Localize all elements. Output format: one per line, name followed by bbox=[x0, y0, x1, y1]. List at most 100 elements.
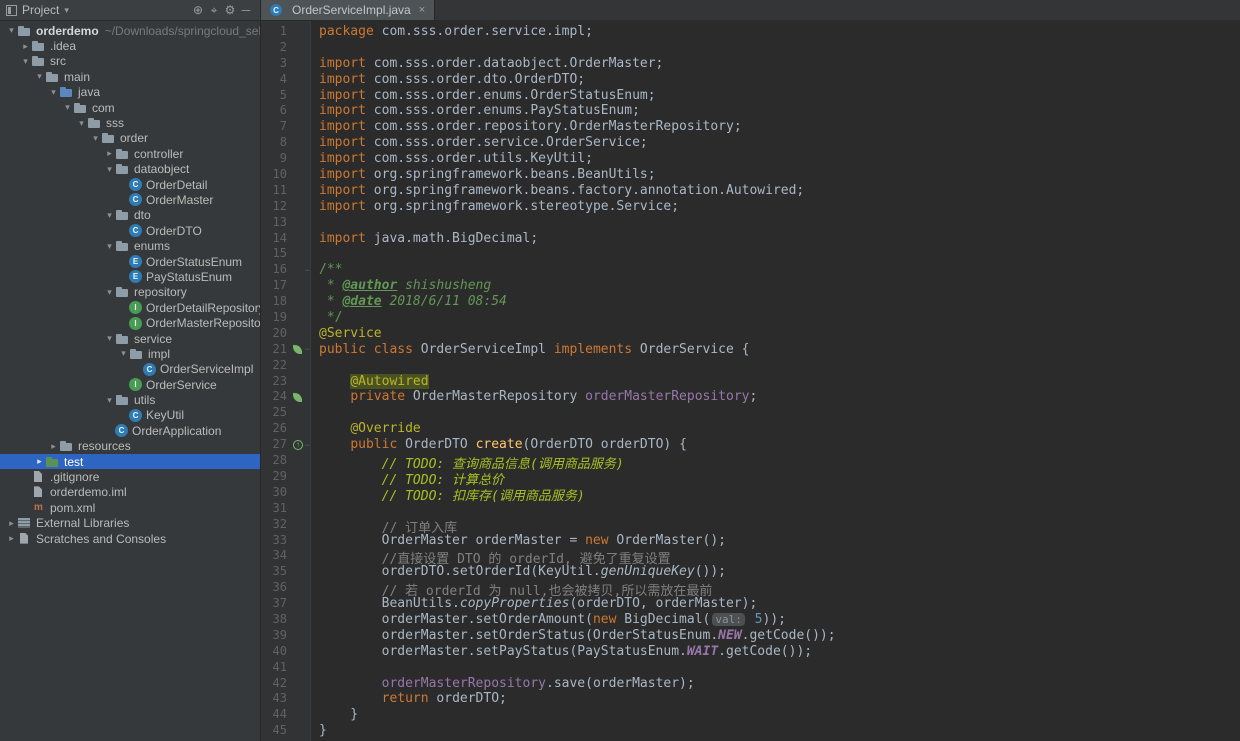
code-line[interactable]: 35 orderDTO.setOrderId(KeyUtil.genUnique… bbox=[261, 564, 1240, 580]
code-line[interactable]: 4 import com.sss.order.dto.OrderDTO; bbox=[261, 72, 1240, 88]
code-line[interactable]: 5 import com.sss.order.enums.OrderStatusE… bbox=[261, 88, 1240, 104]
code-line[interactable]: 10 import org.springframework.beans.BeanU… bbox=[261, 167, 1240, 183]
tree-item-enums[interactable]: ▾ enums bbox=[0, 238, 260, 253]
code-line[interactable]: 2 bbox=[261, 40, 1240, 56]
code-line[interactable]: 22 bbox=[261, 358, 1240, 374]
tree-item-controller[interactable]: ▸ controller bbox=[0, 146, 260, 161]
line-number[interactable]: 15 bbox=[261, 246, 291, 262]
tree-item-ordermasterrepository[interactable]: I OrderMasterRepository bbox=[0, 315, 260, 330]
chevron-closed-icon[interactable]: ▸ bbox=[6, 518, 17, 529]
code-line[interactable]: 42 orderMasterRepository.save(orderMaste… bbox=[261, 676, 1240, 692]
tree-item-external-libraries[interactable]: ▸ External Libraries bbox=[0, 516, 260, 531]
tree-item-orderserviceimpl[interactable]: C OrderServiceImpl bbox=[0, 362, 260, 377]
code-line[interactable]: 3 import com.sss.order.dataobject.OrderMa… bbox=[261, 56, 1240, 72]
chevron-open-icon[interactable]: ▾ bbox=[90, 133, 101, 144]
code-line[interactable]: 30 // TODO: 扣库存(调用商品服务) bbox=[261, 485, 1240, 504]
line-number[interactable]: 4 bbox=[261, 72, 291, 88]
line-number[interactable]: 6 bbox=[261, 103, 291, 119]
tree-item-gitignore[interactable]: .gitignore bbox=[0, 469, 260, 484]
tree-item-sss[interactable]: ▾ sss bbox=[0, 115, 260, 130]
tree-item-orderdetail[interactable]: C OrderDetail bbox=[0, 177, 260, 192]
code-line[interactable]: 38 orderMaster.setOrderAmount(new BigDec… bbox=[261, 612, 1240, 628]
chevron-open-icon[interactable]: ▾ bbox=[104, 164, 115, 175]
line-number[interactable]: 1 bbox=[261, 24, 291, 40]
tree-item-java[interactable]: ▾ java bbox=[0, 85, 260, 100]
line-number[interactable]: 26 bbox=[261, 421, 291, 437]
line-number[interactable]: 32 bbox=[261, 517, 291, 533]
chevron-open-icon[interactable]: ▾ bbox=[104, 395, 115, 406]
tree-item-keyutil[interactable]: C KeyUtil bbox=[0, 408, 260, 423]
tree-item-orderapplication[interactable]: C OrderApplication bbox=[0, 423, 260, 438]
chevron-open-icon[interactable]: ▾ bbox=[104, 333, 115, 344]
line-number[interactable]: 23 bbox=[261, 374, 291, 390]
line-number[interactable]: 36 bbox=[261, 580, 291, 596]
line-number[interactable]: 19 bbox=[261, 310, 291, 326]
settings-icon[interactable]: ⚙ bbox=[222, 3, 238, 18]
code-line[interactable]: 15 bbox=[261, 246, 1240, 262]
chevron-open-icon[interactable]: ▾ bbox=[6, 25, 17, 36]
line-number[interactable]: 35 bbox=[261, 564, 291, 580]
fold-marker-icon[interactable]: − bbox=[305, 265, 311, 275]
code-line[interactable]: 9 import com.sss.order.utils.KeyUtil; bbox=[261, 151, 1240, 167]
code-line[interactable]: 24 private OrderMasterRepository orderMa… bbox=[261, 389, 1240, 405]
project-tool-window-icon[interactable] bbox=[6, 4, 17, 16]
tree-item-test[interactable]: ▸ test bbox=[0, 453, 260, 470]
code-line[interactable]: 16 −/** bbox=[261, 262, 1240, 278]
code-line[interactable]: 32 // 订单入库 bbox=[261, 517, 1240, 536]
code-line[interactable]: 8 import com.sss.order.service.OrderServi… bbox=[261, 135, 1240, 151]
tree-item-repository[interactable]: ▾ repository bbox=[0, 285, 260, 300]
expand-icon[interactable]: ⊕ bbox=[190, 3, 206, 18]
tree-item-dataobject[interactable]: ▾ dataobject bbox=[0, 162, 260, 177]
tree-item-src[interactable]: ▾ src bbox=[0, 54, 260, 69]
chevron-open-icon[interactable]: ▾ bbox=[104, 287, 115, 298]
chevron-open-icon[interactable]: ▾ bbox=[20, 56, 31, 67]
line-number[interactable]: 12 bbox=[261, 199, 291, 215]
tree-item-main[interactable]: ▾ main bbox=[0, 69, 260, 84]
code-line[interactable]: 39 orderMaster.setOrderStatus(OrderStatu… bbox=[261, 628, 1240, 644]
line-number[interactable]: 38 bbox=[261, 612, 291, 628]
editor-tab-orderserviceimpl[interactable]: C OrderServiceImpl.java × bbox=[261, 0, 436, 20]
code-line[interactable]: 37 BeanUtils.copyProperties(orderDTO, or… bbox=[261, 596, 1240, 612]
line-number[interactable]: 39 bbox=[261, 628, 291, 644]
line-number[interactable]: 10 bbox=[261, 167, 291, 183]
code-line[interactable]: 21 − public class OrderServiceImpl impleme… bbox=[261, 342, 1240, 358]
tree-item-utils[interactable]: ▾ utils bbox=[0, 392, 260, 407]
code-line[interactable]: 41 bbox=[261, 660, 1240, 676]
line-number[interactable]: 25 bbox=[261, 405, 291, 421]
spring-bean-icon[interactable] bbox=[293, 345, 302, 355]
code-line[interactable]: 28 // TODO: 查询商品信息(调用商品服务) bbox=[261, 453, 1240, 472]
chevron-open-icon[interactable]: ▾ bbox=[76, 118, 87, 129]
line-number[interactable]: 17 bbox=[261, 278, 291, 294]
line-number[interactable]: 2 bbox=[261, 40, 291, 56]
fold-marker-icon[interactable]: − bbox=[305, 440, 311, 450]
line-number[interactable]: 42 bbox=[261, 676, 291, 692]
chevron-down-icon[interactable]: ▾ bbox=[64, 5, 69, 16]
code-line[interactable]: 11 import org.springframework.beans.facto… bbox=[261, 183, 1240, 199]
line-number[interactable]: 37 bbox=[261, 596, 291, 612]
code-line[interactable]: 14 import java.math.BigDecimal; bbox=[261, 231, 1240, 247]
chevron-closed-icon[interactable]: ▸ bbox=[34, 456, 45, 467]
code-line[interactable]: 27 ↑ − public OrderDTO create(OrderDTO ord… bbox=[261, 437, 1240, 453]
override-icon[interactable]: ↑ bbox=[293, 440, 303, 451]
line-number[interactable]: 5 bbox=[261, 88, 291, 104]
code-line[interactable]: 13 bbox=[261, 215, 1240, 231]
code-line[interactable]: 43 return orderDTO; bbox=[261, 691, 1240, 707]
line-number[interactable]: 16 bbox=[261, 262, 291, 278]
line-number[interactable]: 34 bbox=[261, 548, 291, 564]
tree-item-paystatusenum[interactable]: E PayStatusEnum bbox=[0, 269, 260, 284]
line-number[interactable]: 28 bbox=[261, 453, 291, 469]
code-line[interactable]: 44 } bbox=[261, 707, 1240, 723]
tree-item-orderdetailrepository[interactable]: I OrderDetailRepository bbox=[0, 300, 260, 315]
line-number[interactable]: 27 bbox=[261, 437, 291, 453]
tree-item-ordermaster[interactable]: C OrderMaster bbox=[0, 192, 260, 207]
chevron-open-icon[interactable]: ▾ bbox=[34, 71, 45, 82]
code-line[interactable]: 45} bbox=[261, 723, 1240, 739]
code-line[interactable]: 33 OrderMaster orderMaster = new OrderMa… bbox=[261, 533, 1240, 549]
line-number[interactable]: 44 bbox=[261, 707, 291, 723]
line-number[interactable]: 30 bbox=[261, 485, 291, 501]
tree-item-orderstatusenum[interactable]: E OrderStatusEnum bbox=[0, 254, 260, 269]
chevron-open-icon[interactable]: ▾ bbox=[104, 241, 115, 252]
line-number[interactable]: 22 bbox=[261, 358, 291, 374]
chevron-closed-icon[interactable]: ▸ bbox=[6, 533, 17, 544]
code-line[interactable]: 19 */ bbox=[261, 310, 1240, 326]
